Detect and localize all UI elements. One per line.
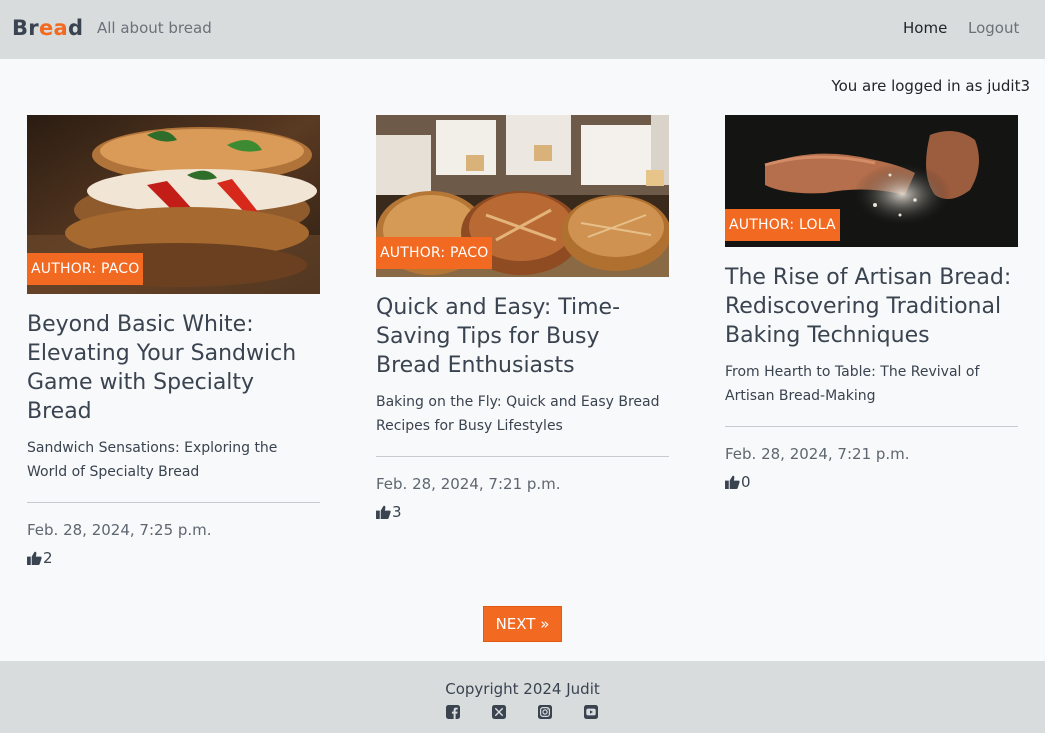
author-badge[interactable]: AUTHOR: PACO — [376, 237, 493, 269]
card-divider — [725, 426, 1018, 427]
post-title[interactable]: Quick and Easy: Time-Saving Tips for Bus… — [376, 293, 669, 380]
post-title[interactable]: Beyond Basic White: Elevating Your Sandw… — [27, 310, 320, 426]
brand-logo[interactable]: Bread — [12, 16, 83, 40]
nav-home-link[interactable]: Home — [903, 19, 947, 37]
navbar: Bread All about bread Home Logout — [0, 0, 1045, 59]
post-card[interactable]: AUTHOR: LOLA The Rise of Artisan Bread: … — [725, 115, 1018, 491]
post-card[interactable]: AUTHOR: PACO Quick and Easy: Time-Saving… — [376, 115, 669, 521]
facebook-icon[interactable] — [446, 705, 460, 719]
x-icon[interactable] — [492, 705, 506, 719]
post-date: Feb. 28, 2024, 7:25 p.m. — [27, 521, 212, 539]
footer: Copyright 2024 Judit — [0, 661, 1045, 733]
brand-logo-part3: d — [67, 16, 84, 40]
thumbs-up-icon — [725, 475, 740, 489]
likes-count: 3 — [392, 503, 402, 521]
logged-in-status: You are logged in as judit3 — [831, 77, 1030, 95]
brand-logo-part1: Br — [12, 16, 39, 40]
likes-count: 2 — [43, 549, 53, 567]
post-image[interactable]: AUTHOR: PACO — [376, 115, 669, 277]
instagram-icon[interactable] — [538, 705, 552, 719]
post-card[interactable]: AUTHOR: PACO Beyond Basic White: Elevati… — [27, 115, 320, 567]
post-excerpt: Sandwich Sensations: Exploring the World… — [27, 440, 278, 480]
likes-count: 0 — [741, 473, 751, 491]
post-excerpt: From Hearth to Table: The Revival of Art… — [725, 364, 980, 404]
post-likes: 3 — [376, 503, 669, 521]
post-date: Feb. 28, 2024, 7:21 p.m. — [725, 445, 910, 463]
post-likes: 0 — [725, 473, 1018, 491]
site-tagline: All about bread — [97, 19, 212, 37]
author-badge[interactable]: AUTHOR: LOLA — [725, 209, 840, 241]
post-likes: 2 — [27, 549, 320, 567]
thumbs-up-icon — [27, 551, 42, 565]
card-divider — [376, 456, 669, 457]
copyright-text: Copyright 2024 Judit — [445, 680, 600, 698]
post-excerpt: Baking on the Fly: Quick and Easy Bread … — [376, 394, 660, 434]
brand-logo-part2: ea — [38, 16, 68, 40]
thumbs-up-icon — [376, 505, 391, 519]
author-badge[interactable]: AUTHOR: PACO — [27, 253, 144, 285]
nav-logout-link[interactable]: Logout — [968, 19, 1019, 37]
youtube-icon[interactable] — [584, 705, 598, 719]
post-title[interactable]: The Rise of Artisan Bread: Rediscovering… — [725, 263, 1018, 350]
post-date: Feb. 28, 2024, 7:21 p.m. — [376, 475, 561, 493]
post-image[interactable]: AUTHOR: PACO — [27, 115, 320, 294]
next-page-button[interactable]: NEXT » — [483, 606, 562, 642]
post-image[interactable]: AUTHOR: LOLA — [725, 115, 1018, 247]
card-divider — [27, 502, 320, 503]
